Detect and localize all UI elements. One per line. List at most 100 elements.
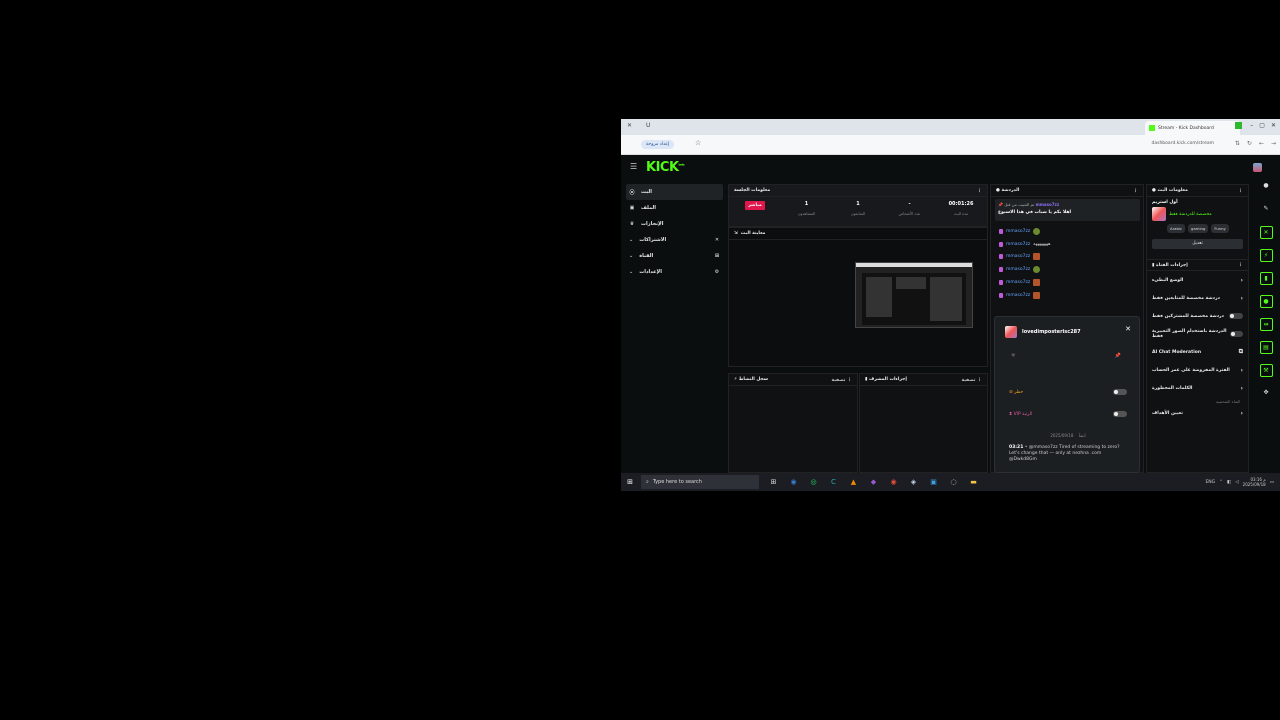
kick-dashboard: ☰ KICKbeta ⦿ البث ▣ الملف ♛ الإنجازات ⌄ … xyxy=(621,155,1280,473)
minimize-button[interactable]: – xyxy=(1250,122,1253,129)
chat-username[interactable]: mmaso7zz xyxy=(1006,242,1030,247)
action-account-age[interactable]: الفترة المفروضة على عمر الحساب › xyxy=(1147,361,1248,379)
maximize-button[interactable]: ▢ xyxy=(1259,122,1265,129)
star-icon[interactable]: ☆ xyxy=(695,139,701,147)
kick-logo[interactable]: KICKbeta xyxy=(646,160,685,175)
browser-tab[interactable]: Stream - Kick Dashboard xyxy=(1145,121,1240,135)
info-rail-icon[interactable]: ● xyxy=(1259,180,1273,193)
reload-page-icon[interactable]: ↻ xyxy=(1247,140,1252,147)
edit-button[interactable]: تعديل xyxy=(1152,239,1243,249)
chat-username[interactable]: mmaso7zz xyxy=(1006,229,1030,234)
stat-value: 00:01:26 xyxy=(948,201,974,207)
edit-rail-icon[interactable]: ✎ xyxy=(1259,203,1273,216)
steam-icon[interactable]: ◈ xyxy=(907,476,920,489)
capcut-icon[interactable]: C xyxy=(827,476,840,489)
sidebar-item-stream[interactable]: ⦿ البث xyxy=(626,184,723,200)
vip-toggle[interactable] xyxy=(1113,411,1127,417)
quick-actions-header: ▮ إجراءات القناة ⋮ xyxy=(1147,259,1248,271)
obs-icon[interactable]: ◌ xyxy=(947,476,960,489)
file-explorer-icon[interactable]: ▬ xyxy=(967,476,980,489)
resize-icon[interactable]: ⇹ xyxy=(1259,318,1273,331)
ban-toggle[interactable] xyxy=(1113,389,1127,395)
bolt-icon[interactable]: ⚡ xyxy=(1259,249,1273,262)
emotes-toggle[interactable] xyxy=(1230,331,1243,337)
info-icon: ● معلومات البث xyxy=(1152,188,1188,193)
more-icon[interactable]: ⋮ xyxy=(977,377,982,383)
expand-icon[interactable]: ⇲ xyxy=(734,231,738,236)
hammer-icon[interactable]: ⚒ xyxy=(1259,364,1273,377)
chat-message[interactable]: mmaso7zz xyxy=(999,276,1139,289)
more-icon[interactable]: ⋮ xyxy=(1133,188,1138,194)
subscribers-toggle[interactable] xyxy=(1229,313,1243,319)
sidebar-item-achievements[interactable]: ♛ الإنجازات xyxy=(626,216,723,232)
url-text[interactable]: dashboard.kick.com/stream xyxy=(1152,141,1215,146)
more-icon[interactable]: ⋮ xyxy=(1238,188,1243,194)
clock[interactable]: 03:16 م 2025/09/18 xyxy=(1243,477,1266,487)
pinned-by-label: تم التثبيت من قبل xyxy=(1004,202,1035,207)
bookmark-pill[interactable]: إعداد مروحة xyxy=(641,140,675,149)
whatsapp-icon[interactable]: ◎ xyxy=(807,476,820,489)
chat-username[interactable]: mmaso7zz xyxy=(1006,267,1030,272)
network-icon[interactable]: ◧ xyxy=(1227,480,1231,485)
language-indicator[interactable]: ENG xyxy=(1205,480,1215,485)
clip-icon[interactable]: ▮ xyxy=(1259,272,1273,285)
user-avatar[interactable] xyxy=(1253,163,1262,172)
notification-icon[interactable]: ▭ xyxy=(1270,480,1274,485)
pinned-by: 📌 تم التثبيت من قبل mmaso7zz xyxy=(998,202,1060,207)
sidebar-item-channel[interactable]: ⌄ القناة ⊞ xyxy=(626,248,723,264)
move-icon[interactable]: ✥ xyxy=(1259,387,1273,400)
visual-studio-icon[interactable]: ◆ xyxy=(867,476,880,489)
list-icon[interactable]: ▤ xyxy=(1259,341,1273,354)
more-icon[interactable]: ⋮ xyxy=(977,188,982,194)
sidebar-item-profile[interactable]: ▣ الملف xyxy=(626,200,723,216)
task-view-icon[interactable]: ⊞ xyxy=(767,476,780,489)
chat-message[interactable]: mmaso7zz xyxy=(999,263,1139,276)
shield-app-icon[interactable]: ◉ xyxy=(787,476,800,489)
back-icon[interactable]: ← xyxy=(1259,140,1264,147)
filter-button[interactable]: تصفية xyxy=(961,378,975,383)
chat-username[interactable]: mmaso7zz xyxy=(1006,254,1030,259)
windows-start-icon[interactable]: ⊞ xyxy=(621,478,639,486)
pinned-user[interactable]: mmaso7zz xyxy=(1036,202,1060,207)
preview-video[interactable] xyxy=(855,262,973,328)
action-banned-words[interactable]: الكلمات المحظورة › xyxy=(1147,379,1248,397)
action-goals[interactable]: تعيين الأهداف › xyxy=(1147,404,1248,422)
action-emotes-only[interactable]: الدردشة باستخدام الصور التعبيرية فقط xyxy=(1147,325,1248,343)
app-icon[interactable]: ▣ xyxy=(927,476,940,489)
raid-icon[interactable]: ✕ xyxy=(1259,226,1273,239)
chat-username[interactable]: mmaso7zz xyxy=(1006,280,1030,285)
action-followers-only[interactable]: دردشة مخصصة للمتابعين فقط › xyxy=(1147,289,1248,307)
translate-icon[interactable]: ⇅ xyxy=(1235,140,1240,147)
close-window-button[interactable]: ✕ xyxy=(1271,122,1276,129)
forward-icon[interactable]: → xyxy=(1271,140,1276,147)
action-slow-mode[interactable]: الوضع البطيء › xyxy=(1147,271,1248,289)
record-icon[interactable]: ● xyxy=(1259,295,1273,308)
reload-icon[interactable]: U xyxy=(646,122,650,129)
vlc-icon[interactable]: ▲ xyxy=(847,476,860,489)
pin-icon[interactable]: 📌 xyxy=(1115,353,1121,359)
action-subscribers-only[interactable]: دردشة مخصصة للمشتركين فقط xyxy=(1147,307,1248,325)
extension-icon[interactable] xyxy=(1235,122,1243,129)
more-icon[interactable]: ⋮ xyxy=(1238,262,1243,268)
more-icon[interactable]: ⋮ xyxy=(847,377,852,383)
tray-arrow-icon[interactable]: ⌃ xyxy=(1219,480,1223,485)
action-ai-moderation[interactable]: AI Chat Moderation ⧉ xyxy=(1147,343,1248,361)
sidebar-item-settings[interactable]: ⌄ الإعدادات ⚙ xyxy=(626,264,723,280)
filter-button[interactable]: تصفية xyxy=(831,378,845,383)
pinned-message[interactable]: 📌 تم التثبيت من قبل mmaso7zz اهلا بكم يا… xyxy=(995,199,1140,221)
chrome-icon[interactable]: ◉ xyxy=(887,476,900,489)
chat-username[interactable]: mmaso7zz xyxy=(1006,293,1030,298)
heart-icon[interactable]: ♥ xyxy=(1011,353,1015,359)
sidebar-item-subscriptions[interactable]: ⌄ الاشتراكات ✕ xyxy=(626,232,723,248)
volume-icon[interactable]: ◁ xyxy=(1235,480,1238,485)
category-label[interactable]: مخصصة للدردشة فقط xyxy=(1169,212,1212,217)
user-card-username[interactable]: lovedimposterisc287 xyxy=(1022,329,1081,335)
chat-message[interactable]: mmaso7zz xyxy=(999,225,1139,238)
close-icon[interactable]: ✕ xyxy=(627,122,632,129)
menu-icon[interactable]: ☰ xyxy=(630,162,637,171)
chat-message[interactable]: mmaso7zz هههههههه xyxy=(999,238,1139,251)
chat-message[interactable]: mmaso7zz xyxy=(999,251,1139,264)
chat-message[interactable]: mmaso7zz xyxy=(999,289,1139,302)
close-icon[interactable]: ✕ xyxy=(1125,325,1131,333)
taskbar-search[interactable]: ⌕ Type here to search xyxy=(641,475,759,489)
